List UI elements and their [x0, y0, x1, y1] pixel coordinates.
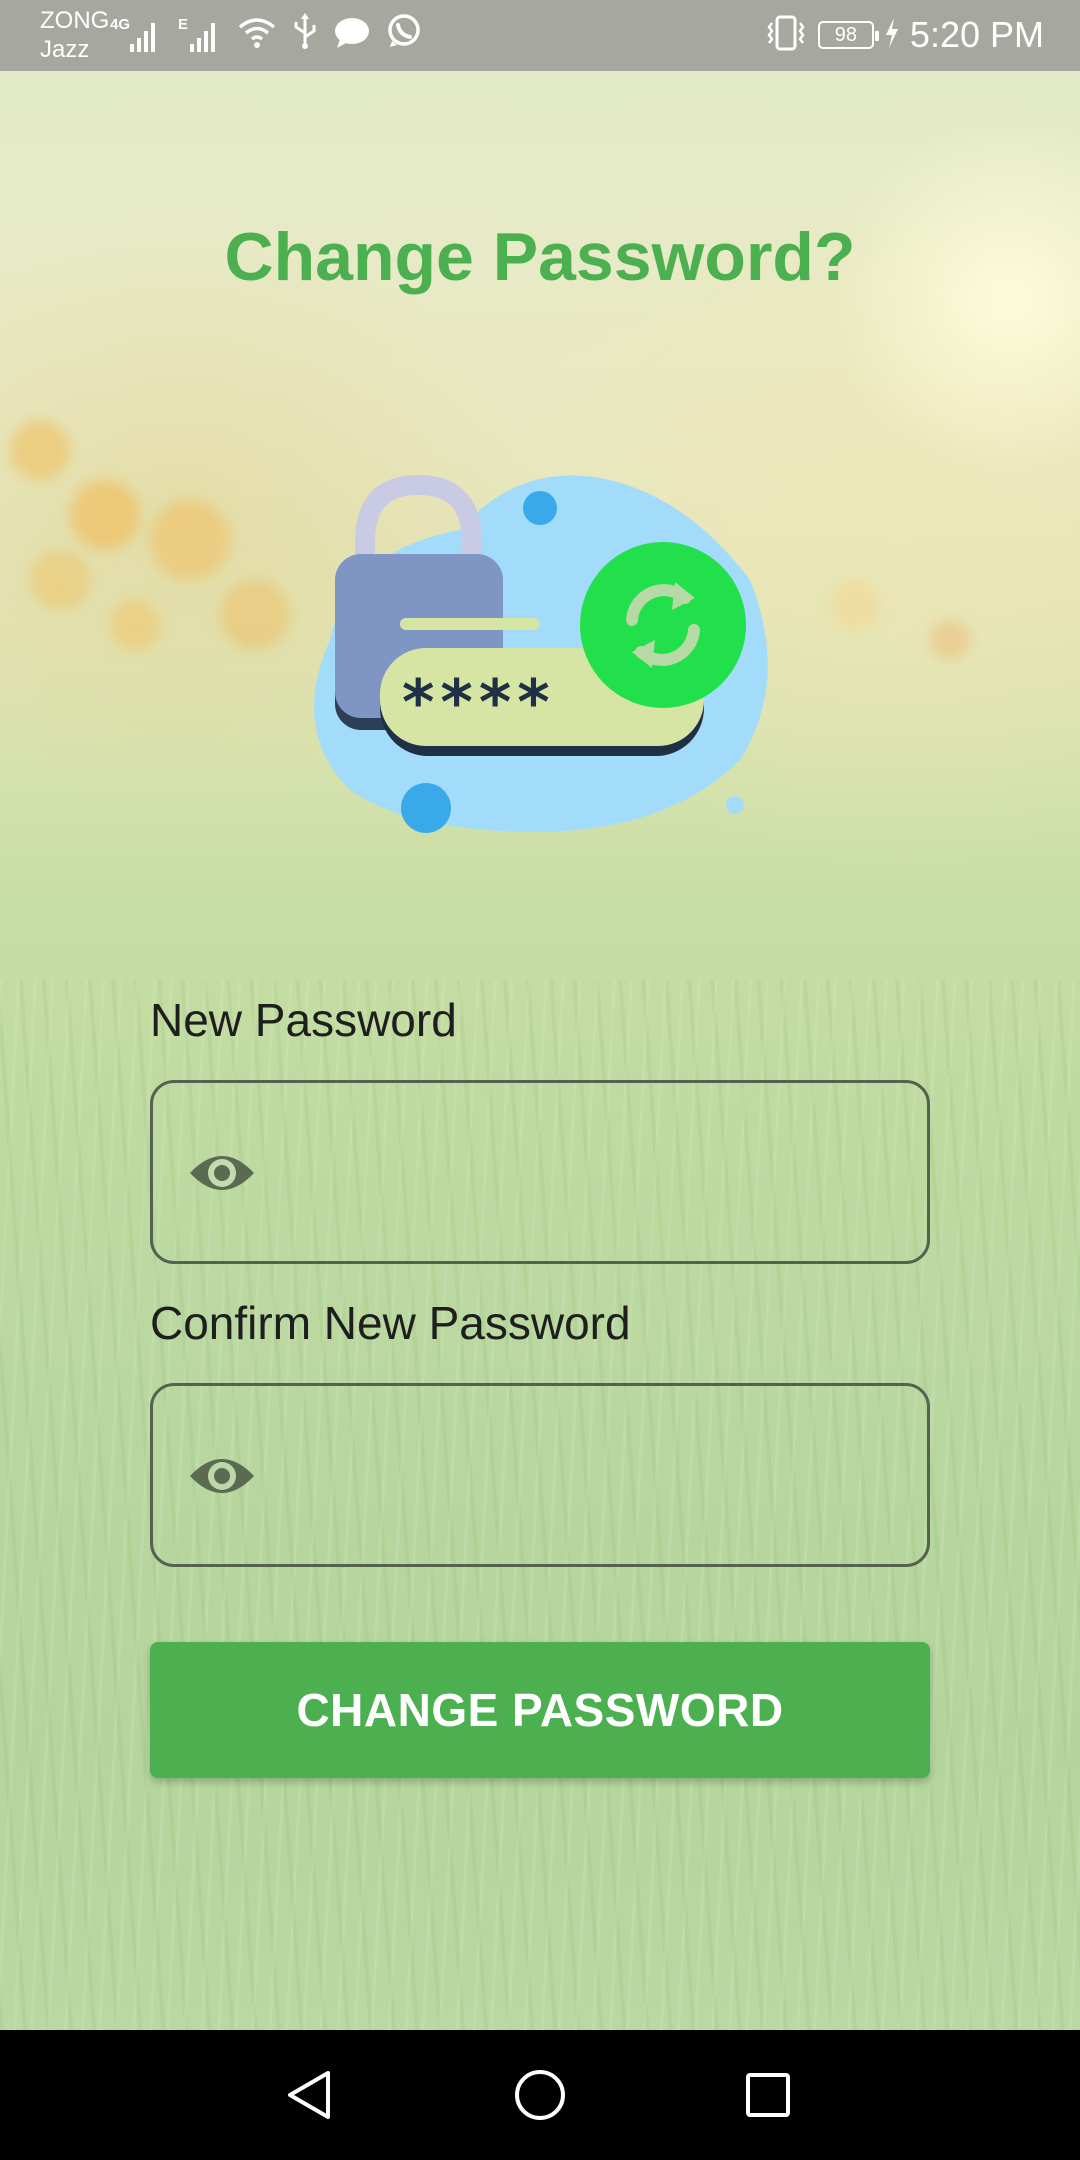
network-badge-e: E	[178, 16, 189, 33]
status-bar: ZONG Jazz 4G E 98 5:20 PM	[0, 0, 1080, 71]
message-icon	[334, 17, 370, 54]
network-badge-4g: 4G	[110, 16, 131, 33]
back-icon[interactable]	[278, 2063, 342, 2127]
bokeh-light	[70, 480, 140, 550]
bokeh-light	[930, 620, 970, 660]
wifi-icon	[238, 17, 276, 54]
carrier-secondary: Jazz	[40, 36, 90, 63]
change-password-button[interactable]: CHANGE PASSWORD	[150, 1642, 930, 1778]
status-clock: 5:20 PM	[909, 14, 1044, 55]
page-title: Change Password?	[224, 219, 856, 295]
status-right-group: 98 5:20 PM	[764, 10, 1044, 60]
whatsapp-icon	[386, 13, 422, 54]
bokeh-light	[110, 600, 160, 650]
vibrate-icon	[764, 15, 808, 56]
recents-icon[interactable]	[736, 2063, 800, 2127]
masked-password-text: ****	[402, 666, 556, 739]
eye-icon[interactable]	[187, 1145, 257, 1201]
battery-icon: 98	[817, 21, 879, 49]
bokeh-light	[10, 420, 70, 480]
home-icon[interactable]	[508, 2063, 572, 2127]
bokeh-light	[220, 580, 290, 650]
signal-group: 4G E	[110, 13, 422, 54]
carrier-names: ZONG Jazz	[40, 6, 109, 64]
new-password-label: New Password	[150, 994, 457, 1046]
confirm-password-label: Confirm New Password	[150, 1297, 631, 1349]
signal-icon: E	[174, 16, 222, 54]
eye-icon[interactable]	[187, 1448, 257, 1504]
refresh-icon	[580, 542, 746, 708]
new-password-field[interactable]	[150, 1080, 930, 1264]
decorative-dot	[401, 783, 451, 833]
password-illustration: ****	[314, 474, 768, 833]
usb-icon	[292, 13, 318, 54]
signal-icon: 4G	[110, 16, 158, 54]
confirm-password-field[interactable]	[150, 1383, 930, 1567]
carrier-primary: ZONG	[40, 7, 110, 34]
bokeh-light	[150, 500, 230, 580]
charging-icon	[884, 17, 900, 53]
decorative-dot	[726, 796, 744, 814]
navigation-bar	[0, 2030, 1080, 2160]
decorative-dot	[523, 491, 557, 525]
bokeh-light	[830, 580, 880, 630]
bokeh-light	[30, 550, 90, 610]
